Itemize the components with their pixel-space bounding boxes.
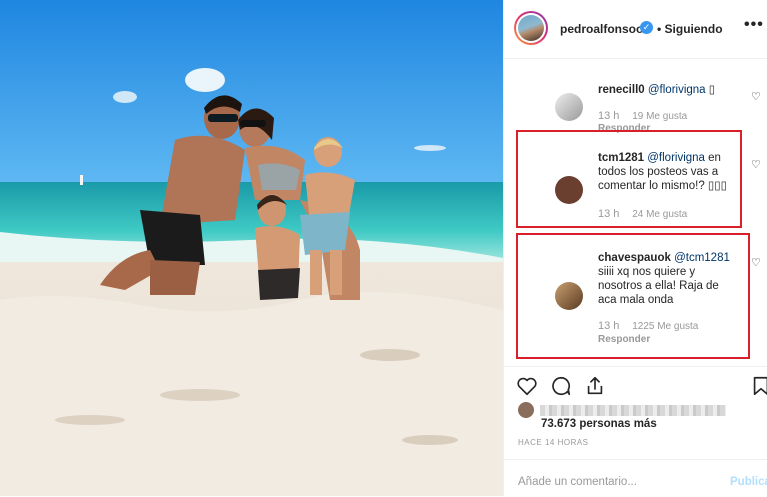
comment-input[interactable]: Añade un comentario... xyxy=(518,476,637,488)
comment-bubble-icon[interactable] xyxy=(550,375,572,397)
liker-avatar[interactable] xyxy=(518,402,534,418)
more-options-icon[interactable]: ••• xyxy=(744,16,764,34)
comment-item: renecill0 @florivigna ▯ 13 h 19 Me gusta… xyxy=(504,78,767,136)
comment-text: renecill0 @florivigna ▯ xyxy=(598,83,738,97)
comment-username[interactable]: renecill0 xyxy=(598,84,645,96)
add-comment-bar: Añade un comentario... Publicar xyxy=(504,459,767,497)
likes-count[interactable]: 73.673 personas más xyxy=(541,418,657,430)
post-photo xyxy=(0,0,503,496)
small-heart-icon[interactable]: ♡ xyxy=(751,158,761,171)
comment-message: ▯ xyxy=(708,84,716,96)
small-heart-icon[interactable]: ♡ xyxy=(751,256,761,269)
comment-mention[interactable]: @florivigna xyxy=(648,84,706,96)
small-heart-icon[interactable]: ♡ xyxy=(751,90,761,103)
post-actions xyxy=(504,366,767,407)
bookmark-icon[interactable] xyxy=(750,375,767,397)
avatar-ring-inner xyxy=(516,13,546,43)
author-username[interactable]: pedroalfonsoo xyxy=(560,22,643,36)
publish-button[interactable]: Publicar xyxy=(730,476,767,488)
comment-likes[interactable]: 19 Me gusta xyxy=(632,111,687,122)
highlight-box xyxy=(516,130,742,228)
liked-by-row xyxy=(518,402,758,418)
comment-avatar[interactable] xyxy=(555,93,583,121)
post-timestamp: HACE 14 HORAS xyxy=(518,438,589,447)
highlight-box xyxy=(516,233,750,359)
post-sidebar: pedroalfonsoo ✓ • Siguiendo ••• renecill… xyxy=(503,0,767,496)
comment-time[interactable]: 13 h xyxy=(598,110,619,122)
following-status[interactable]: • Siguiendo xyxy=(657,22,723,36)
author-avatar[interactable] xyxy=(514,11,548,45)
comment-meta: 13 h 19 Me gusta xyxy=(598,110,687,122)
share-icon[interactable] xyxy=(584,375,606,397)
blurred-liker-names xyxy=(540,405,726,416)
beach-family-photo xyxy=(0,0,503,496)
heart-icon[interactable] xyxy=(516,375,538,397)
verified-badge-icon: ✓ xyxy=(640,21,653,34)
post-header: pedroalfonsoo ✓ • Siguiendo ••• xyxy=(504,0,767,59)
avatar-image xyxy=(518,15,544,41)
